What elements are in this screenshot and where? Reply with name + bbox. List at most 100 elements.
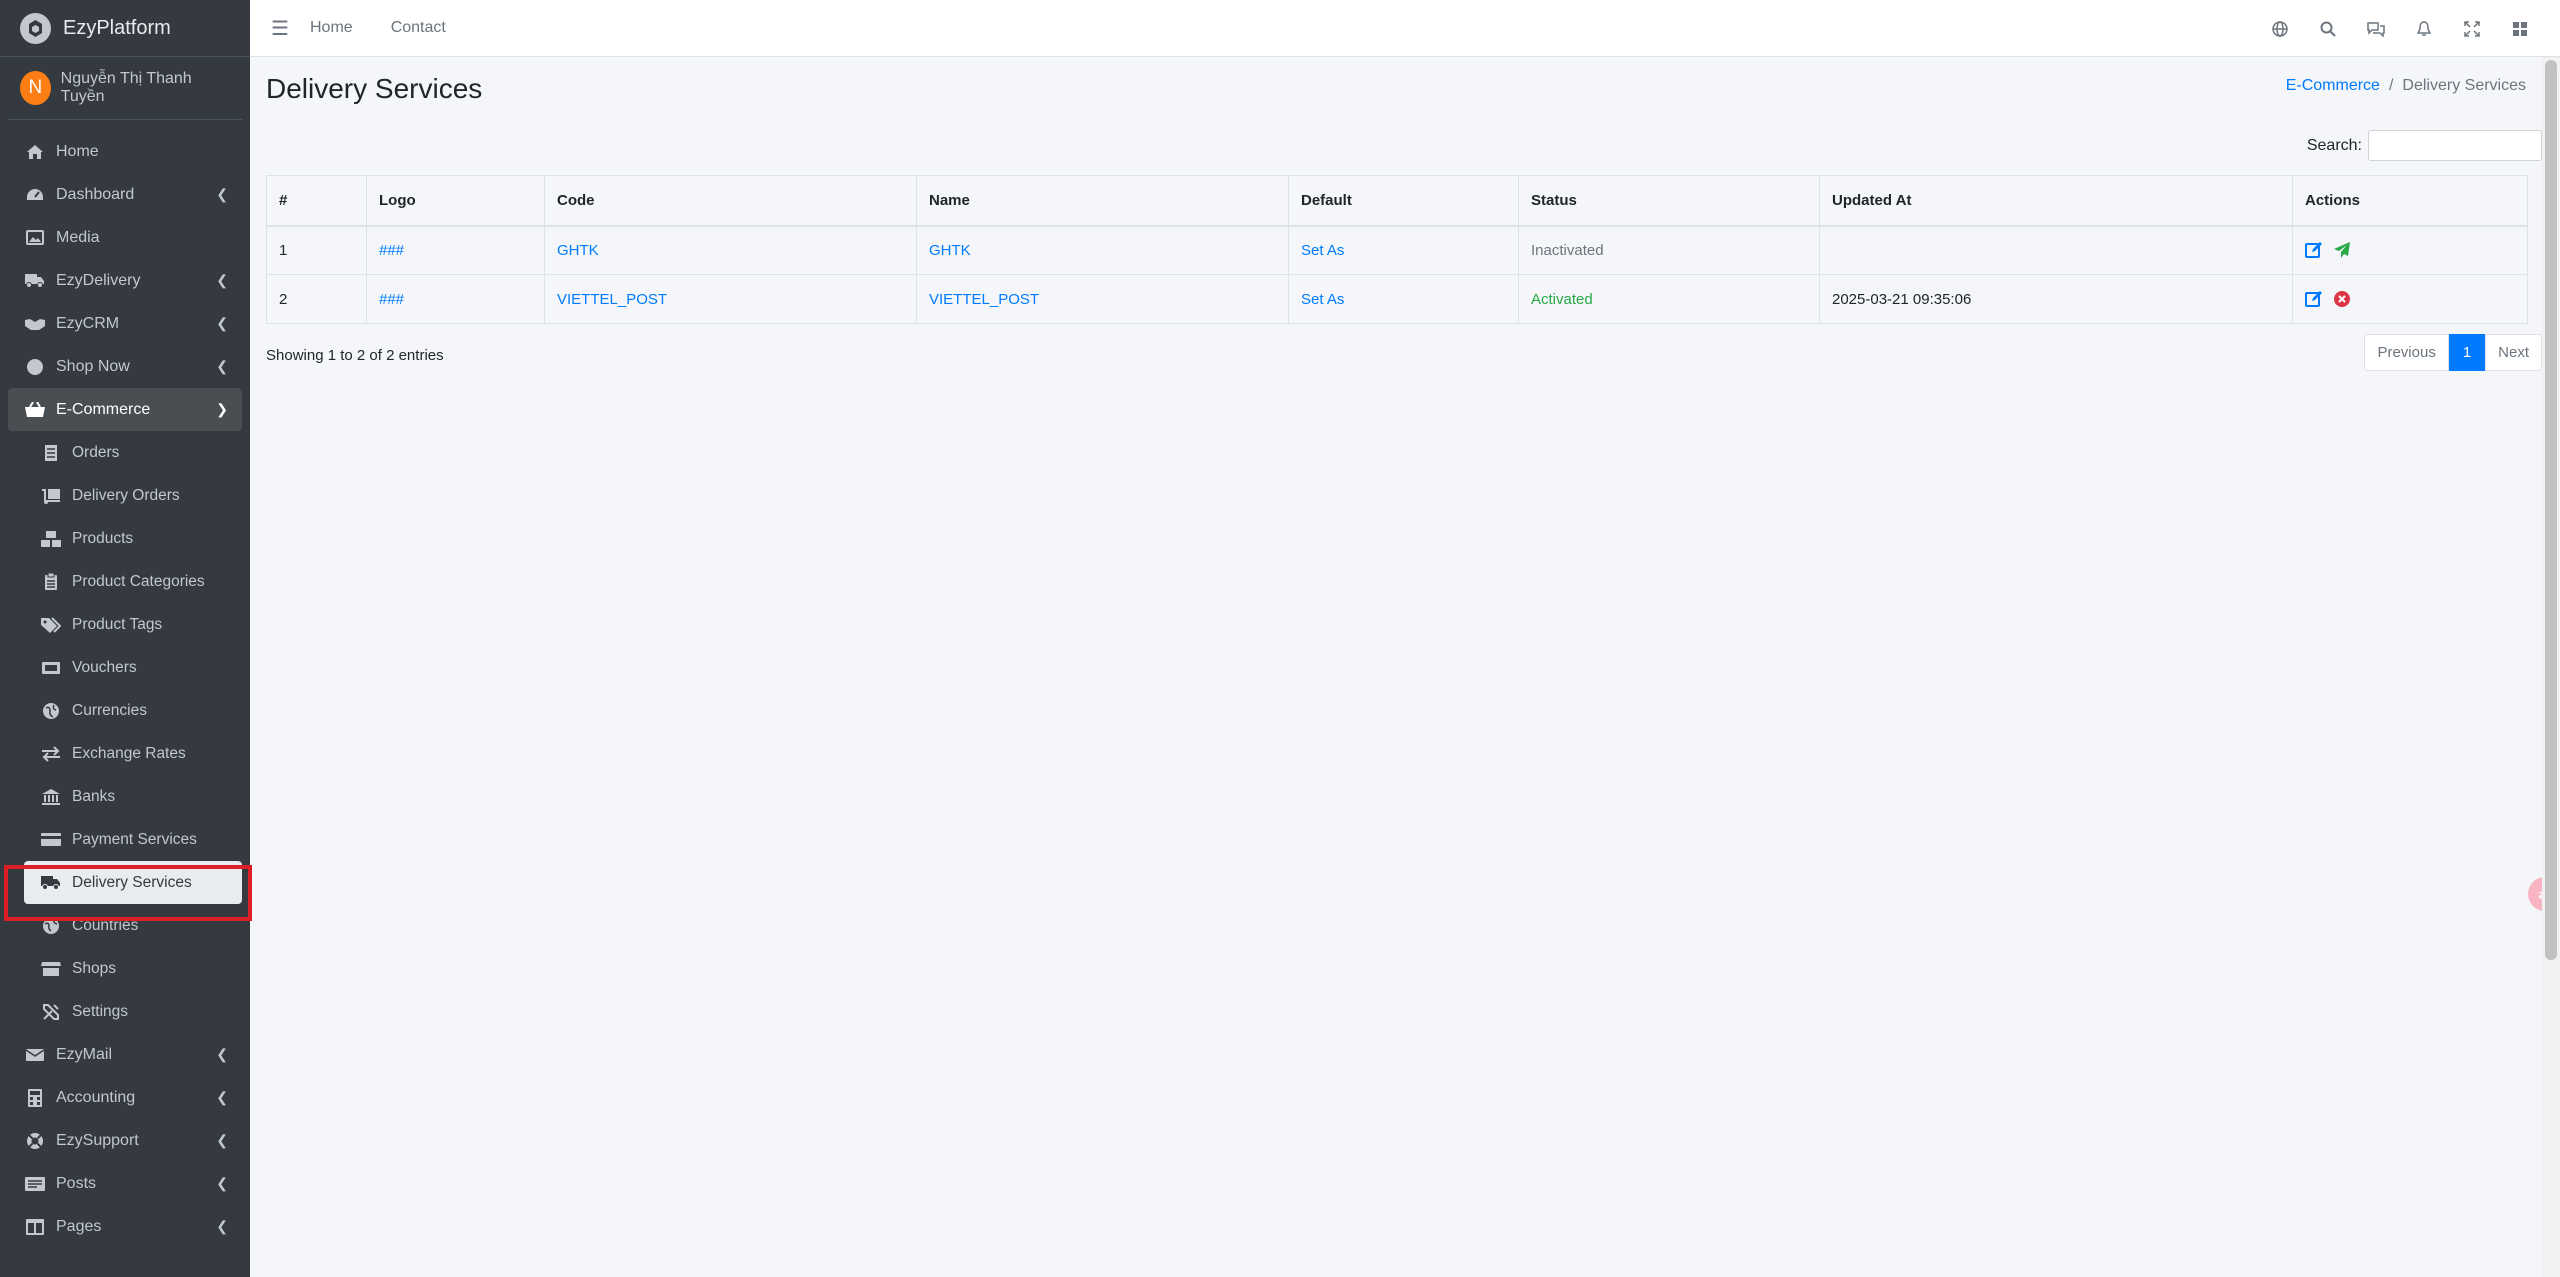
table-header-row: # Logo Code Name Default Status Updated … xyxy=(266,175,2528,227)
sidebar-item-home[interactable]: Home xyxy=(8,130,242,173)
logo-link[interactable]: ### xyxy=(379,291,404,308)
bell-icon[interactable] xyxy=(2400,20,2448,37)
sidebar-item-ecommerce[interactable]: E-Commerce ❯ xyxy=(8,388,242,431)
cell-actions xyxy=(2292,274,2528,324)
sidebar-item-delivery-services[interactable]: Delivery Services xyxy=(24,861,242,904)
sidebar-item-orders[interactable]: Orders xyxy=(24,431,242,474)
newspaper-icon xyxy=(24,1173,46,1195)
sidebar-item-payment-services[interactable]: Payment Services xyxy=(24,818,242,861)
sidebar-item-label: Posts xyxy=(56,1174,97,1192)
next-page-button[interactable]: Next xyxy=(2485,334,2542,371)
user-panel[interactable]: N Nguyễn Thị Thanh Tuyền xyxy=(8,57,242,120)
page-title: Delivery Services xyxy=(266,73,483,104)
truck-icon xyxy=(40,872,62,894)
sidebar-item-shop-now[interactable]: Shop Now ❮ xyxy=(8,345,242,388)
name-link[interactable]: VIETTEL_POST xyxy=(929,291,1039,308)
breadcrumb-link-ecommerce[interactable]: E-Commerce xyxy=(2286,77,2380,95)
code-link[interactable]: VIETTEL_POST xyxy=(557,291,667,308)
sidebar-item-ezycrm[interactable]: EzyCRM ❮ xyxy=(8,302,242,345)
column-header-status[interactable]: Status xyxy=(1518,175,1820,227)
sidebar-item-product-categories[interactable]: Product Categories xyxy=(24,560,242,603)
main-content: Delivery Services E-Commerce / Delivery … xyxy=(250,57,2542,1277)
chevron-left-icon: ❮ xyxy=(216,186,228,202)
breadcrumb-current: Delivery Services xyxy=(2402,77,2526,94)
sidebar-item-ezysupport[interactable]: EzySupport ❮ xyxy=(8,1119,242,1162)
top-link-home[interactable]: Home xyxy=(310,19,353,37)
sidebar-item-banks[interactable]: Banks xyxy=(24,775,242,818)
scrollbar-thumb[interactable] xyxy=(2545,60,2557,960)
code-link[interactable]: GHTK xyxy=(557,242,599,259)
set-default-link[interactable]: Set As xyxy=(1301,291,1344,308)
paper-plane-icon[interactable] xyxy=(2333,241,2351,259)
ticket-icon xyxy=(40,657,62,679)
sidebar-item-settings[interactable]: Settings xyxy=(24,990,242,1033)
comments-icon[interactable] xyxy=(2352,21,2400,37)
previous-page-button[interactable]: Previous xyxy=(2364,334,2449,371)
pagination: Previous 1 Next xyxy=(2364,334,2542,371)
expand-icon[interactable] xyxy=(2448,20,2496,37)
brand-logo-icon xyxy=(20,12,51,44)
name-link[interactable]: GHTK xyxy=(929,242,971,259)
sidebar-item-dashboard[interactable]: Dashboard ❮ xyxy=(8,173,242,216)
th-large-icon[interactable] xyxy=(2496,21,2544,37)
logo-link[interactable]: ### xyxy=(379,242,404,259)
column-header-actions: Actions xyxy=(2292,175,2528,227)
set-default-link[interactable]: Set As xyxy=(1301,242,1344,259)
sidebar-item-ezydelivery[interactable]: EzyDelivery ❮ xyxy=(8,259,242,302)
column-header-code[interactable]: Code xyxy=(544,175,917,227)
sidebar-item-countries[interactable]: Countries xyxy=(24,904,242,947)
page-button-1[interactable]: 1 xyxy=(2448,334,2486,371)
boxes-icon xyxy=(40,528,62,550)
status-text: Inactivated xyxy=(1518,225,1820,275)
sidebar-item-label: Payment Services xyxy=(72,830,197,848)
sidebar-item-posts[interactable]: Posts ❮ xyxy=(8,1162,242,1205)
sidebar-item-ezymail[interactable]: EzyMail ❮ xyxy=(8,1033,242,1076)
top-link-contact[interactable]: Contact xyxy=(391,19,446,37)
sidebar-item-vouchers[interactable]: Vouchers xyxy=(24,646,242,689)
sidebar-item-accounting[interactable]: Accounting ❮ xyxy=(8,1076,242,1119)
exchange-icon xyxy=(40,743,62,765)
edit-icon[interactable] xyxy=(2305,241,2323,259)
sidebar-item-product-tags[interactable]: Product Tags xyxy=(24,603,242,646)
sidebar-item-shops[interactable]: Shops xyxy=(24,947,242,990)
search-input[interactable] xyxy=(2368,130,2542,161)
sidebar-item-label: Accounting xyxy=(56,1088,136,1106)
cell-updated-at xyxy=(1819,225,2293,275)
cell-updated-at: 2025-03-21 09:35:06 xyxy=(1819,274,2293,324)
user-name[interactable]: Nguyễn Thị Thanh Tuyền xyxy=(61,70,222,106)
brand[interactable]: EzyPlatform xyxy=(0,0,250,57)
sidebar-nav: Home Dashboard ❮ Media EzyDelivery ❮ Ezy… xyxy=(0,120,250,1248)
page-scrollbar[interactable] xyxy=(2542,57,2560,1277)
sidebar-item-pages[interactable]: Pages ❮ xyxy=(8,1205,242,1248)
sidebar-item-label: Countries xyxy=(72,916,139,934)
column-header-updated-at[interactable]: Updated At xyxy=(1819,175,2293,227)
columns-icon xyxy=(24,1216,46,1238)
sidebar-item-currencies[interactable]: Currencies xyxy=(24,689,242,732)
edit-icon[interactable] xyxy=(2305,290,2323,308)
top-navbar: ☰ Home Contact xyxy=(250,0,2560,57)
sidebar-item-exchange-rates[interactable]: Exchange Rates xyxy=(24,732,242,775)
sidebar-item-label: Shops xyxy=(72,959,116,977)
sidebar-item-label: Vouchers xyxy=(72,658,137,676)
search-icon[interactable] xyxy=(2304,21,2352,37)
sidebar-item-delivery-orders[interactable]: Delivery Orders xyxy=(24,474,242,517)
truck-icon xyxy=(24,270,46,292)
sidebar-item-label: EzyCRM xyxy=(56,314,120,332)
status-text: Activated xyxy=(1518,274,1820,324)
column-header-number[interactable]: # xyxy=(266,175,367,227)
chevron-left-icon: ❮ xyxy=(216,1089,228,1105)
column-header-default[interactable]: Default xyxy=(1288,175,1519,227)
image-icon xyxy=(24,227,46,249)
sidebar-item-products[interactable]: Products xyxy=(24,517,242,560)
sidebar-item-label: Home xyxy=(56,142,99,160)
times-circle-icon[interactable] xyxy=(2333,290,2351,308)
column-header-logo[interactable]: Logo xyxy=(366,175,545,227)
globe-icon[interactable] xyxy=(2256,20,2304,37)
menu-toggle-icon[interactable]: ☰ xyxy=(250,16,310,41)
chevron-left-icon: ❮ xyxy=(216,1175,228,1191)
column-header-name[interactable]: Name xyxy=(916,175,1289,227)
sidebar-item-label: Delivery Services xyxy=(72,873,192,891)
cell-number: 1 xyxy=(266,225,367,275)
chevron-left-icon: ❮ xyxy=(216,358,228,374)
sidebar-item-media[interactable]: Media xyxy=(8,216,242,259)
